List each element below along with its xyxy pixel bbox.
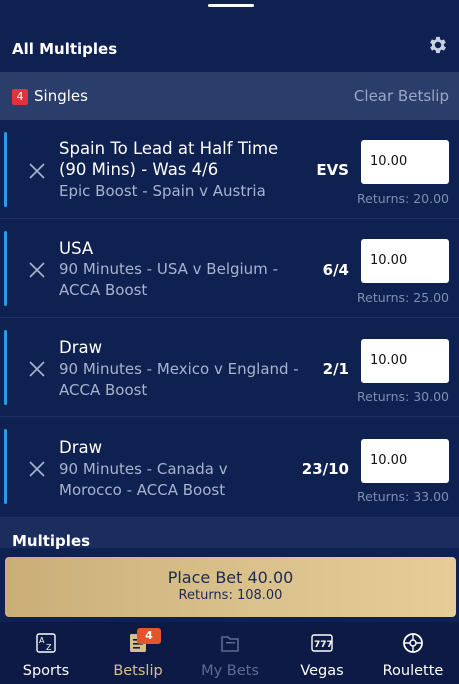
- close-icon[interactable]: [28, 360, 46, 378]
- drag-handle[interactable]: [208, 4, 254, 7]
- stake-input[interactable]: [361, 339, 449, 383]
- selection-accent: [4, 231, 7, 306]
- tab-roulette[interactable]: Roulette: [367, 622, 459, 684]
- singles-count-badge: 4: [12, 89, 28, 105]
- clear-betslip-link[interactable]: Clear Betslip: [354, 87, 449, 105]
- close-icon[interactable]: [28, 460, 46, 478]
- returns-text: Returns: 25.00: [357, 290, 449, 305]
- odds: EVS: [316, 161, 349, 179]
- selection-accent: [4, 429, 7, 504]
- my-bets-icon: [221, 636, 239, 652]
- tab-label: Roulette: [382, 663, 444, 679]
- place-bet-label: Place Bet 40.00: [167, 568, 294, 587]
- roulette-icon: [403, 633, 423, 653]
- close-icon[interactable]: [28, 162, 46, 180]
- selection-name: USA: [59, 239, 94, 258]
- slot-777-icon: 777: [311, 634, 333, 652]
- singles-label: Singles: [34, 87, 88, 105]
- tab-label: Vegas: [300, 663, 344, 679]
- returns-text: Returns: 33.00: [357, 489, 449, 504]
- bet-row: Draw 90 Minutes - Mexico v England - ACC…: [0, 318, 459, 417]
- odds: 2/1: [322, 360, 349, 378]
- selection-name: Spain To Lead at Half Time (90 Mins) - W…: [59, 139, 279, 179]
- tab-label: Betslip: [113, 663, 163, 679]
- market-name: 90 Minutes - USA v Belgium - ACCA Boost: [59, 260, 278, 299]
- returns-text: Returns: 30.00: [357, 389, 449, 404]
- stake-input[interactable]: [361, 140, 449, 184]
- tab-label: My Bets: [201, 663, 259, 679]
- selection-accent: [4, 330, 7, 405]
- svg-text:A: A: [39, 636, 45, 645]
- place-bet-button[interactable]: Place Bet 40.00 Returns: 108.00: [5, 557, 456, 617]
- page-title: All Multiples: [12, 40, 118, 58]
- bet-row: Draw 90 Minutes - Canada v Morocco - ACC…: [0, 417, 459, 518]
- market-name: 90 Minutes - Mexico v England - ACCA Boo…: [59, 360, 299, 399]
- stake-input[interactable]: [361, 439, 449, 483]
- gear-icon[interactable]: [427, 34, 449, 56]
- market-name: Epic Boost - Spain v Austria: [59, 182, 266, 200]
- multiples-label: Multiples: [12, 532, 91, 550]
- bet-row: USA 90 Minutes - USA v Belgium - ACCA Bo…: [0, 219, 459, 318]
- sports-az-icon: A Z: [36, 633, 56, 653]
- tab-label: Sports: [22, 663, 70, 679]
- odds: 6/4: [322, 261, 349, 279]
- svg-text:Z: Z: [46, 643, 52, 652]
- odds: 23/10: [301, 460, 349, 478]
- market-name: 90 Minutes - Canada v Morocco - ACCA Boo…: [59, 460, 228, 499]
- selection-name: Draw: [59, 438, 103, 457]
- close-icon[interactable]: [28, 261, 46, 279]
- tab-sports[interactable]: A Z Sports: [0, 622, 92, 684]
- bet-row: Spain To Lead at Half Time (90 Mins) - W…: [0, 120, 459, 219]
- bottom-tab-bar: A Z Sports Betslip My Bets 777 Vegas Rou…: [0, 622, 459, 684]
- svg-text:777: 777: [314, 640, 333, 650]
- selection-name: Draw: [59, 338, 103, 357]
- betslip-header: All Multiples: [0, 24, 459, 72]
- stake-input[interactable]: [361, 239, 449, 283]
- selection-accent: [4, 132, 7, 207]
- tab-my-bets[interactable]: My Bets: [184, 622, 276, 684]
- tab-vegas[interactable]: 777 Vegas: [276, 622, 368, 684]
- place-bet-returns: Returns: 108.00: [178, 588, 283, 603]
- returns-text: Returns: 20.00: [357, 191, 449, 206]
- betslip-count-badge: 4: [137, 628, 161, 644]
